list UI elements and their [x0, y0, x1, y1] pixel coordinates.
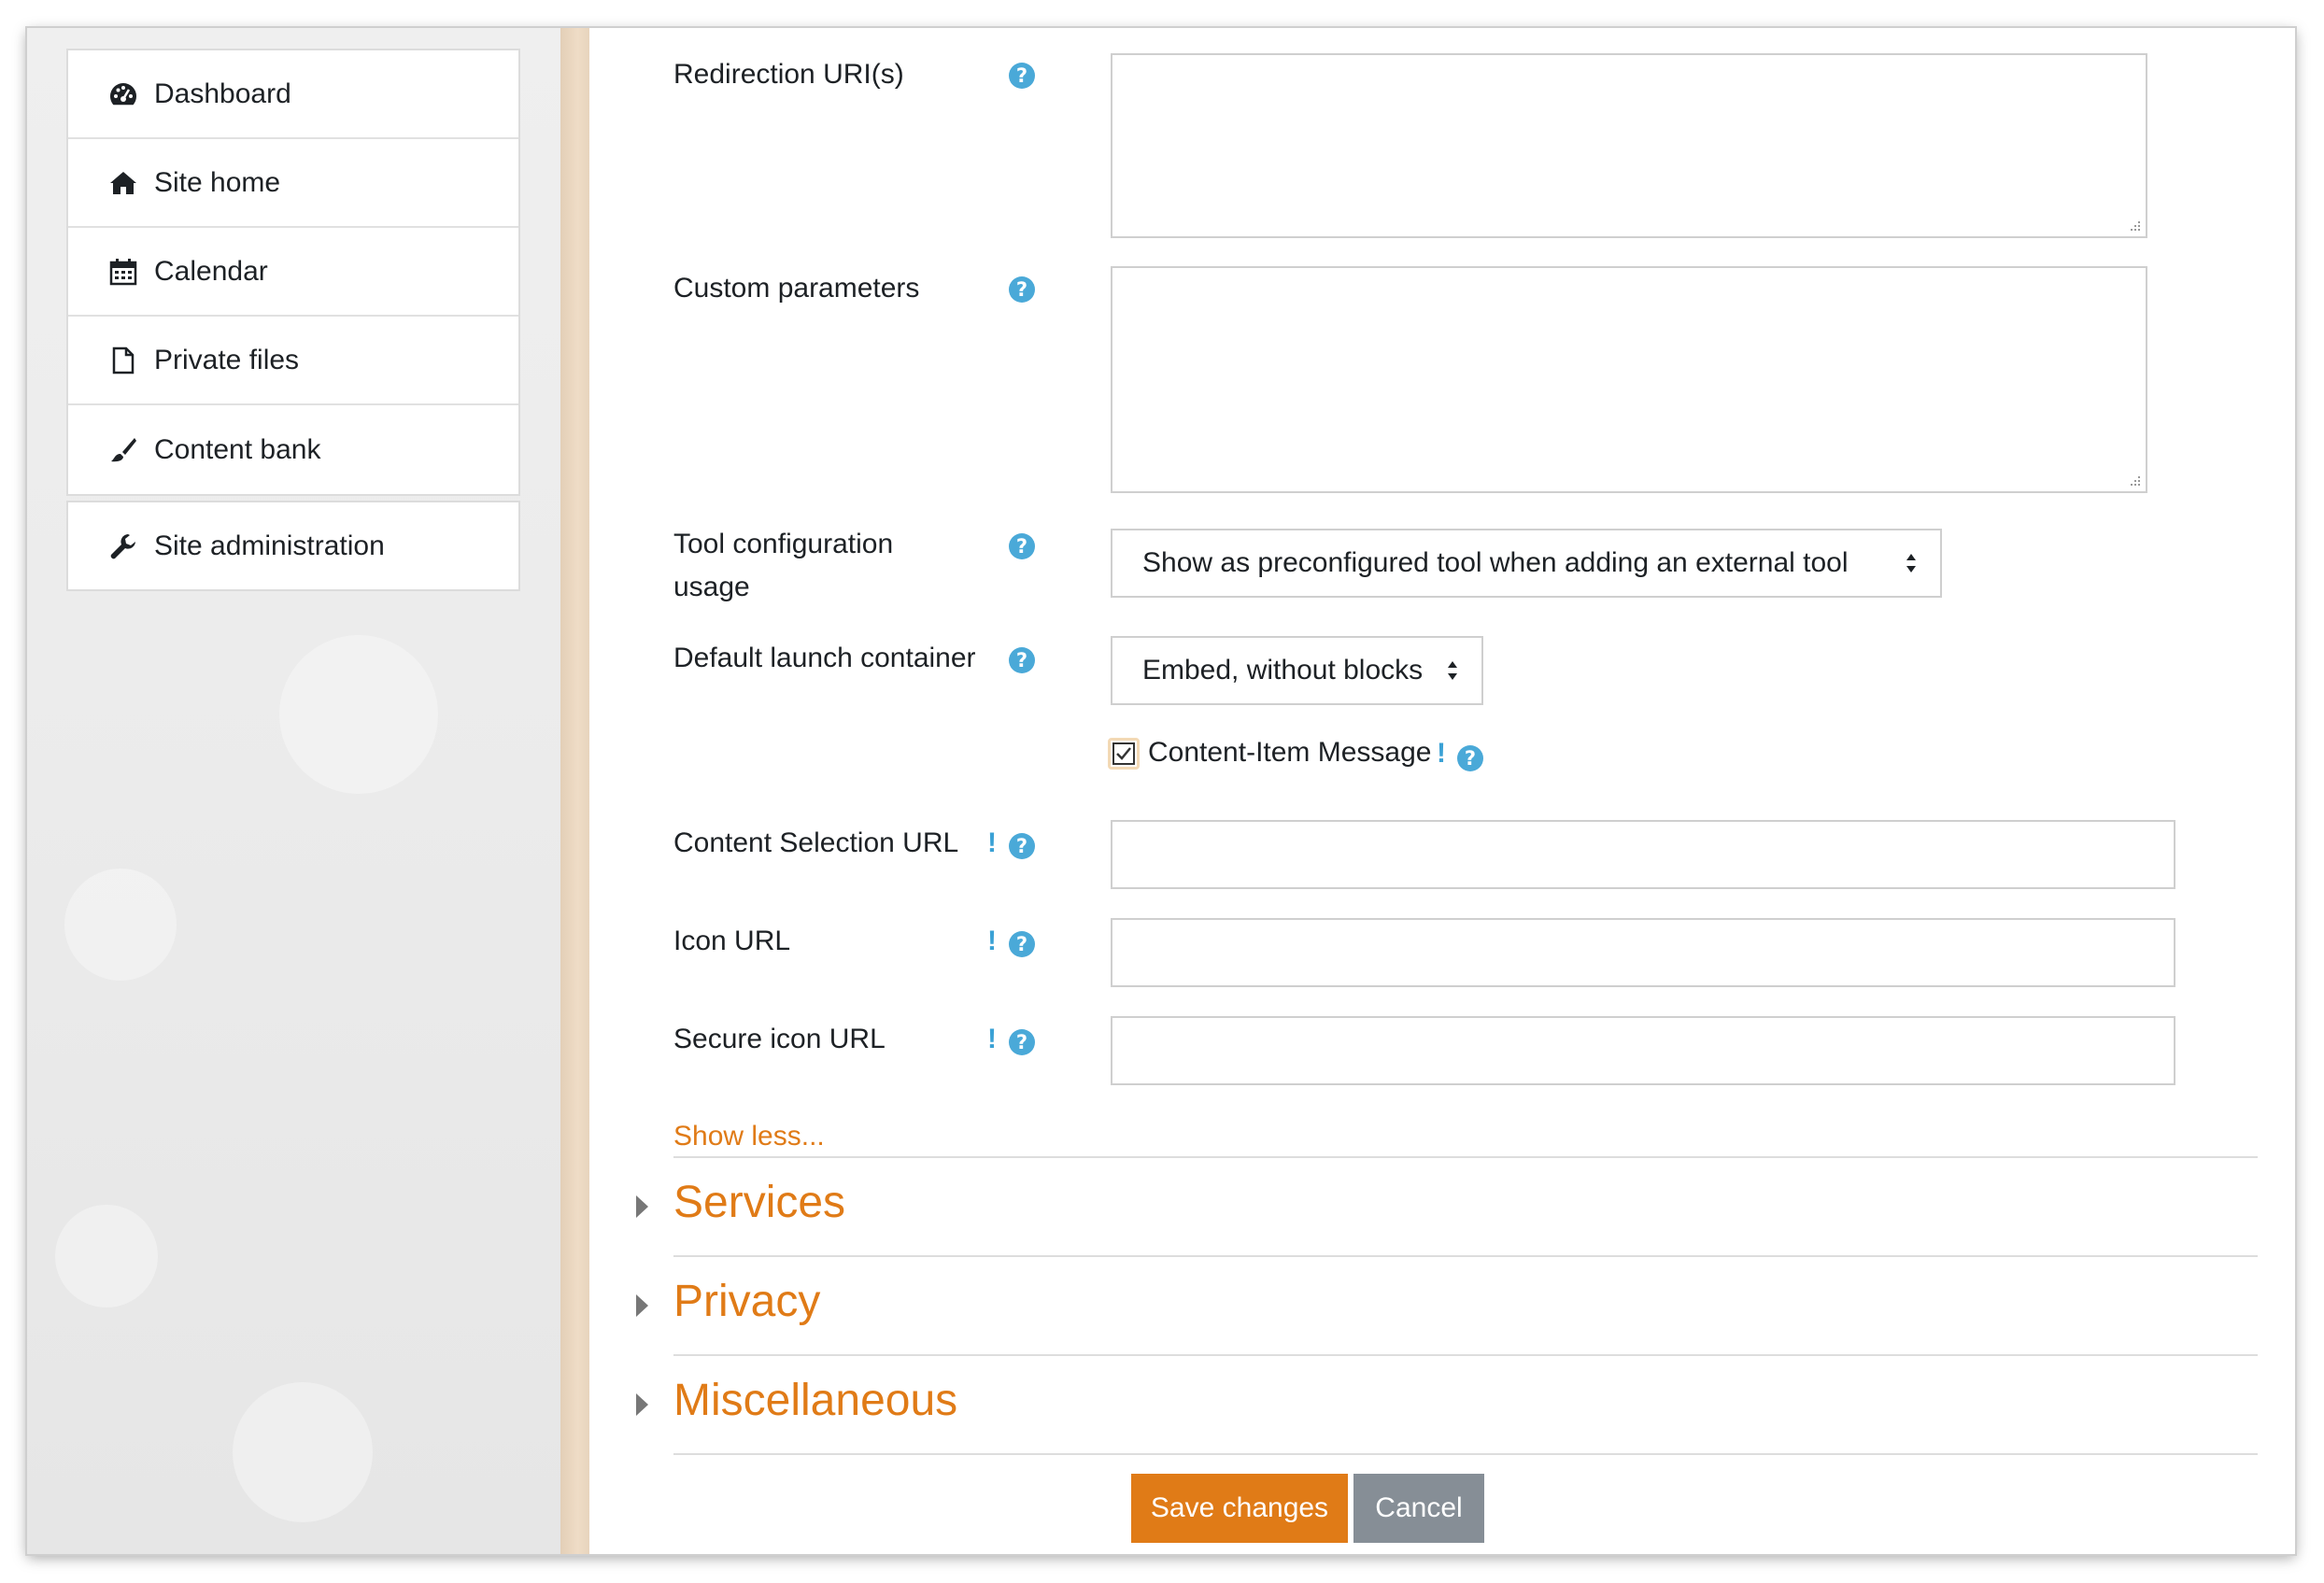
- drawer-divider: [560, 28, 589, 1554]
- section-miscellaneous[interactable]: Miscellaneous: [636, 1354, 2258, 1452]
- section-privacy[interactable]: Privacy: [636, 1255, 2258, 1353]
- nav-admin-card: Site administration: [66, 501, 520, 591]
- help-icon[interactable]: ?: [1009, 1029, 1035, 1055]
- caret-right-icon: [636, 1294, 648, 1317]
- nav-item-calendar[interactable]: Calendar: [68, 228, 518, 317]
- section-divider: [673, 1453, 2258, 1455]
- home-icon: [106, 167, 141, 199]
- calendar-icon: [106, 256, 141, 288]
- tool-config-usage-select[interactable]: Show as preconfigured tool when adding a…: [1111, 529, 1942, 598]
- secure-icon-url-label: Secure icon URL: [673, 1024, 886, 1054]
- nav-label: Calendar: [154, 255, 268, 287]
- background-bokeh: [55, 1205, 158, 1307]
- nav-item-content-bank[interactable]: Content bank: [68, 405, 518, 494]
- nav-drawer: Dashboard Site home Calendar Private fil…: [27, 28, 560, 1554]
- help-icon[interactable]: ?: [1457, 745, 1483, 771]
- section-title[interactable]: Privacy: [673, 1276, 820, 1327]
- section-services[interactable]: Services: [636, 1156, 2258, 1254]
- custom-parameters-label: Custom parameters: [673, 273, 920, 304]
- warning-icon: !: [1437, 738, 1446, 769]
- nav-item-site-administration[interactable]: Site administration: [68, 502, 518, 589]
- dashboard-icon: [106, 78, 141, 110]
- help-icon[interactable]: ?: [1009, 833, 1035, 859]
- content-selection-url-label: Content Selection URL: [673, 827, 959, 858]
- resize-grip-icon[interactable]: [2127, 218, 2142, 233]
- section-title[interactable]: Miscellaneous: [673, 1375, 957, 1426]
- help-icon[interactable]: ?: [1009, 276, 1035, 303]
- caret-right-icon: [636, 1195, 648, 1218]
- brush-icon: [106, 434, 141, 466]
- nav-item-private-files[interactable]: Private files: [68, 317, 518, 405]
- show-less-link[interactable]: Show less...: [673, 1121, 825, 1152]
- icon-url-input[interactable]: [1111, 918, 2175, 987]
- warning-icon: !: [987, 827, 997, 858]
- content-selection-url-input[interactable]: [1111, 820, 2175, 889]
- default-launch-container-label: Default launch container: [673, 643, 976, 673]
- nav-label: Dashboard: [154, 78, 291, 109]
- nav-item-site-home[interactable]: Site home: [68, 139, 518, 228]
- save-changes-button[interactable]: Save changes: [1131, 1474, 1348, 1543]
- nav-list: Dashboard Site home Calendar Private fil…: [66, 49, 520, 496]
- nav-item-dashboard[interactable]: Dashboard: [68, 50, 518, 139]
- help-icon[interactable]: ?: [1009, 647, 1035, 673]
- help-icon[interactable]: ?: [1009, 63, 1035, 89]
- select-value: Embed, without blocks: [1142, 655, 1424, 685]
- content-item-label: Content-Item Message: [1148, 737, 1432, 768]
- background-bokeh: [279, 635, 438, 794]
- app-window: Dashboard Site home Calendar Private fil…: [27, 28, 2295, 1554]
- caret-right-icon: [636, 1393, 648, 1416]
- section-title[interactable]: Services: [673, 1177, 845, 1228]
- main-region: Redirection URI(s) ? Custom parameters ?…: [589, 28, 2295, 1554]
- select-value: Show as preconfigured tool when adding a…: [1142, 547, 1849, 578]
- background-bokeh: [64, 869, 177, 981]
- nav-label: Private files: [154, 344, 300, 375]
- nav-label: Site administration: [154, 530, 385, 561]
- tool-config-usage-label: Tool configuration usage: [673, 523, 893, 609]
- redirection-uris-textarea[interactable]: [1111, 53, 2147, 238]
- cancel-button[interactable]: Cancel: [1353, 1474, 1484, 1543]
- select-caret-icon: [1448, 661, 1457, 680]
- help-icon[interactable]: ?: [1009, 533, 1035, 559]
- content-item-checkbox[interactable]: [1108, 738, 1140, 770]
- file-icon: [106, 345, 141, 376]
- tool-config-usage-label-line2: usage: [673, 572, 750, 602]
- custom-parameters-textarea[interactable]: [1111, 266, 2147, 493]
- redirection-uris-label: Redirection URI(s): [673, 59, 904, 90]
- background-bokeh: [233, 1382, 373, 1522]
- warning-icon: !: [987, 926, 997, 956]
- default-launch-container-select[interactable]: Embed, without blocks: [1111, 636, 1483, 705]
- icon-url-label: Icon URL: [673, 926, 791, 956]
- tool-config-usage-label-line1: Tool configuration: [673, 529, 894, 559]
- secure-icon-url-input[interactable]: [1111, 1016, 2175, 1085]
- nav-label: Site home: [154, 166, 281, 198]
- checkmark-icon: [1112, 742, 1135, 765]
- wrench-icon: [106, 530, 141, 562]
- warning-icon: !: [987, 1024, 997, 1054]
- nav-label: Content bank: [154, 433, 321, 465]
- select-caret-icon: [1906, 554, 1916, 572]
- help-icon[interactable]: ?: [1009, 931, 1035, 957]
- resize-grip-icon[interactable]: [2127, 473, 2142, 488]
